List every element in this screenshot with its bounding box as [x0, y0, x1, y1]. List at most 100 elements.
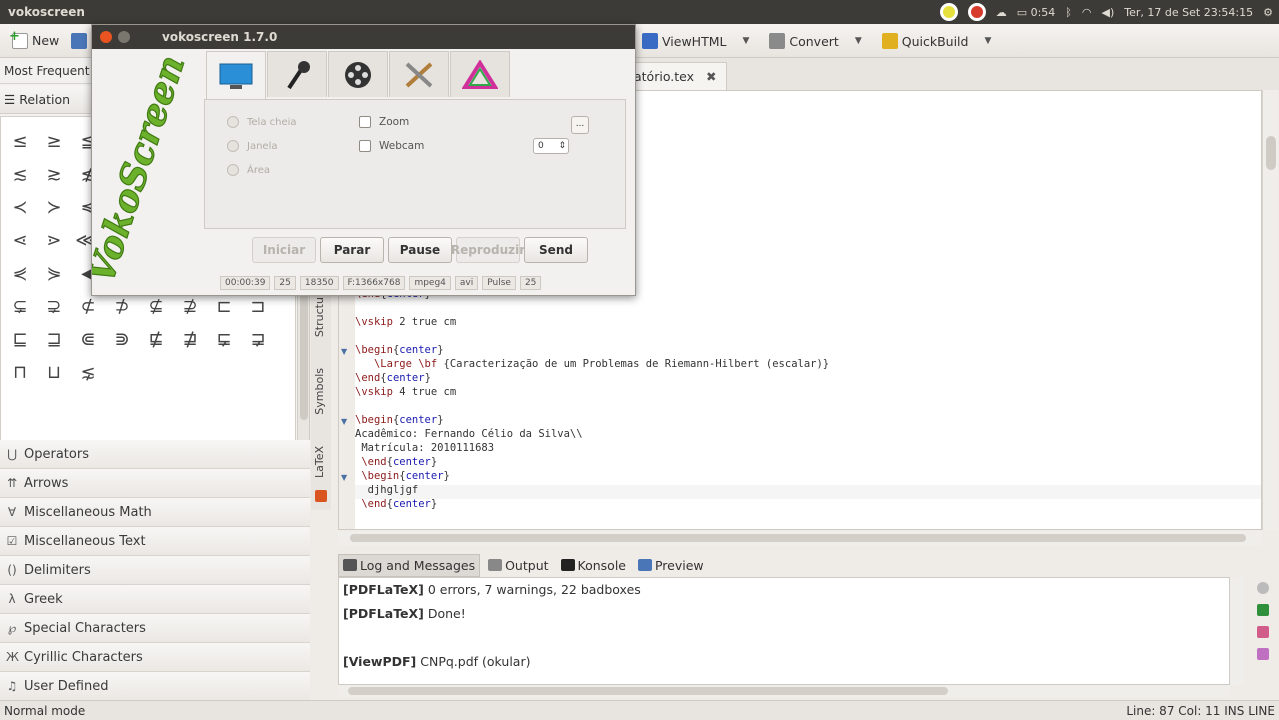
relation-symbol[interactable]: ≲ [3, 158, 37, 191]
refresh-icon[interactable] [1257, 582, 1269, 594]
pause-button[interactable]: Pause [388, 237, 452, 263]
relation-symbol[interactable]: ⋥ [241, 323, 275, 356]
messages-tab[interactable]: Log and Messages [338, 553, 481, 577]
category-item[interactable]: ℘ Special Characters [0, 614, 310, 643]
spin-arrows-icon[interactable]: ⇕ [558, 139, 566, 153]
messages-tab[interactable]: Konsole [557, 555, 630, 576]
tab-screen[interactable] [206, 51, 266, 99]
relation-symbol[interactable]: ⊋ [37, 290, 71, 323]
radio-dot [227, 164, 239, 176]
vokoscreen-titlebar[interactable]: vokoscreen 1.7.0 [92, 25, 635, 49]
convert-dropdown-icon[interactable]: ▼ [855, 36, 862, 46]
log-icon[interactable] [1257, 604, 1269, 616]
messages-vertical-scrollbar[interactable] [1230, 577, 1244, 685]
webcam-spinbox[interactable]: 0 ⇕ [533, 138, 569, 154]
tab-relatorio-tex[interactable]: atório.tex ✖ [623, 62, 728, 90]
battery-indicator[interactable]: ▭ 0:54 [1017, 6, 1056, 19]
relation-symbol[interactable]: ⋐ [71, 323, 105, 356]
play-button[interactable]: Reproduzir [451, 237, 525, 263]
save-button[interactable] [65, 28, 93, 54]
checkbox-box [359, 140, 371, 152]
editor-vscroll-thumb[interactable] [1266, 136, 1276, 170]
tab-video[interactable] [328, 51, 388, 97]
relation-symbol[interactable]: ⋗ [37, 224, 71, 257]
messages-horizontal-scrollbar[interactable] [338, 685, 1230, 697]
messages-tab[interactable]: Output [484, 555, 552, 576]
messages-hscroll-thumb[interactable] [348, 687, 948, 695]
relation-symbol[interactable]: ⊊ [3, 290, 37, 323]
category-item[interactable]: ∀ Miscellaneous Math [0, 498, 310, 527]
settings-gear-icon[interactable]: ⚙ [1263, 6, 1273, 19]
radio-full-screen[interactable]: Tela cheia [227, 116, 297, 128]
viewhtml-dropdown-icon[interactable]: ▼ [742, 36, 749, 46]
fix-next-icon[interactable] [1257, 648, 1269, 660]
relation-symbol[interactable]: ⊑ [3, 323, 37, 356]
relation-symbol[interactable]: ⋢ [139, 323, 173, 356]
relation-symbol[interactable]: ⋣ [173, 323, 207, 356]
category-item[interactable]: ⇈ Arrows [0, 469, 310, 498]
relation-symbol[interactable]: ⋖ [3, 224, 37, 257]
start-button[interactable]: Iniciar [252, 237, 316, 263]
radio-area[interactable]: Área [227, 164, 270, 176]
fold-arrow-icon[interactable]: ▼ [341, 347, 347, 356]
editor-horizontal-scrollbar[interactable] [338, 531, 1262, 545]
zoom-checkbox[interactable]: Zoom [359, 116, 409, 128]
close-tab-icon[interactable]: ✖ [706, 69, 716, 84]
quickbuild-button[interactable]: QuickBuild [876, 28, 975, 54]
category-item[interactable]: ☑ Miscellaneous Text [0, 527, 310, 556]
log-messages-area[interactable]: [PDFLaTeX] 0 errors, 7 warnings, 22 badb… [338, 577, 1230, 685]
stop-record-icon[interactable] [967, 3, 986, 21]
viewhtml-button[interactable]: ViewHTML [636, 28, 732, 54]
category-item[interactable]: ⋃ Operators [0, 440, 310, 469]
relation-symbol[interactable]: ≳ [37, 158, 71, 191]
stop-button[interactable]: Parar [320, 237, 384, 263]
fold-arrow-icon[interactable]: ▼ [341, 417, 347, 426]
send-button[interactable]: Send [524, 237, 588, 263]
cloud-icon[interactable]: ☁ [996, 6, 1007, 19]
tab-symbols[interactable]: Symbols [313, 368, 326, 415]
editor-hscroll-thumb[interactable] [350, 534, 1246, 542]
convert-button[interactable]: Convert [763, 28, 844, 54]
relation-symbol[interactable]: ⋤ [207, 323, 241, 356]
relation-symbol[interactable]: ≺ [3, 191, 37, 224]
log-line[interactable]: [PDFLaTeX] Done! [343, 606, 466, 621]
webcam-checkbox[interactable]: Webcam [359, 140, 424, 152]
clock[interactable]: Ter, 17 de Set 23:54:15 [1124, 6, 1253, 19]
zoom-options-button[interactable]: ... [571, 116, 589, 134]
category-item[interactable]: ♫ User Defined [0, 672, 310, 701]
close-window-icon[interactable] [100, 31, 112, 43]
editor-vertical-scrollbar[interactable] [1262, 90, 1278, 530]
messages-tab[interactable]: Preview [634, 555, 708, 576]
category-item[interactable]: λ Greek [0, 585, 310, 614]
relation-symbol[interactable]: ≤ [3, 125, 37, 158]
tab-audio[interactable] [267, 51, 327, 97]
volume-icon[interactable]: ◀) [1102, 6, 1115, 19]
fold-arrow-icon[interactable]: ▼ [341, 473, 347, 482]
tab-settings[interactable] [389, 51, 449, 97]
log-line[interactable]: [PDFLaTeX] 0 errors, 7 warnings, 22 badb… [343, 582, 641, 597]
minimize-window-icon[interactable] [118, 31, 130, 43]
relation-symbol[interactable]: ⊔ [37, 356, 71, 389]
fix-icon[interactable] [1257, 626, 1269, 638]
bluetooth-icon[interactable]: ᛒ [1065, 6, 1072, 19]
category-item[interactable]: Ж Cyrillic Characters [0, 643, 310, 672]
log-line[interactable]: [ViewPDF] CNPq.pdf (okular) [343, 654, 530, 669]
pause-record-icon[interactable] [939, 3, 958, 21]
category-item[interactable]: () Delimiters [0, 556, 310, 585]
tab-latex[interactable]: LaTeX [313, 446, 326, 478]
tab-about[interactable] [450, 51, 510, 97]
relation-symbol[interactable]: ⊓ [3, 356, 37, 389]
category-label: Arrows [24, 475, 69, 491]
wifi-icon[interactable]: ◠ [1082, 6, 1092, 19]
quickbuild-dropdown-icon[interactable]: ▼ [984, 36, 991, 46]
relation-symbol[interactable]: ⋑ [105, 323, 139, 356]
relation-symbol[interactable]: ⋟ [37, 257, 71, 290]
app-title: vokoscreen [8, 5, 85, 19]
relation-symbol[interactable]: ⋦ [71, 356, 105, 389]
radio-window[interactable]: Janela [227, 140, 277, 152]
relation-symbol[interactable]: ≥ [37, 125, 71, 158]
relation-symbol[interactable]: ⋞ [3, 257, 37, 290]
relation-symbol[interactable]: ≻ [37, 191, 71, 224]
new-button[interactable]: + New [6, 28, 65, 54]
relation-symbol[interactable]: ⊒ [37, 323, 71, 356]
